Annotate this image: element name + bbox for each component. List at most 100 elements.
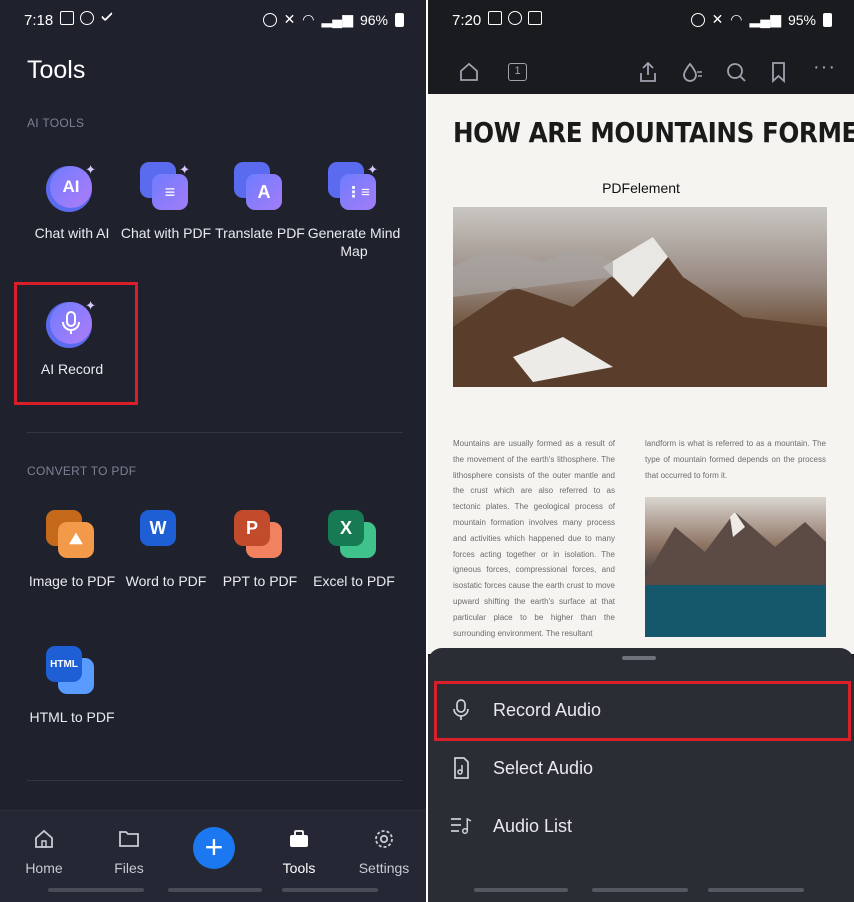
audio-list-option[interactable]: Audio List xyxy=(428,798,854,854)
image-notification-icon xyxy=(528,11,542,25)
mute-icon: ✕ xyxy=(711,11,724,27)
more-options-icon[interactable]: ··· xyxy=(813,56,836,79)
ppt-icon: P xyxy=(234,510,270,546)
battery-percent: 95% xyxy=(787,11,816,28)
tool-image-to-pdf[interactable]: ⛰ Image to PDF xyxy=(24,508,120,590)
audio-list-label: Audio List xyxy=(493,815,573,836)
tool-label: HTML to PDF xyxy=(29,709,115,725)
tools-screen: 7:18 ✕ ◠ ▂▄▆ 96% Tools AI TOOLS AI ✦ Cha… xyxy=(0,0,426,902)
status-time: 7:18 xyxy=(24,12,54,29)
lake-mountain-photo xyxy=(645,497,826,637)
tool-chat-with-ai[interactable]: AI ✦ Chat with AI xyxy=(24,160,120,242)
html-icon: HTML xyxy=(46,646,82,682)
wifi-icon: ◠ xyxy=(730,11,743,27)
tool-excel-to-pdf[interactable]: X Excel to PDF xyxy=(306,508,402,590)
status-bar: 7:20 ✕ ◠ ▂▄▆ 95% xyxy=(428,0,854,44)
battery-percent: 96% xyxy=(359,11,388,28)
status-bar: 7:18 ✕ ◠ ▂▄▆ 96% xyxy=(0,0,426,44)
chat-pdf-icon: ≡ xyxy=(152,174,188,210)
sparkle-icon: ✦ xyxy=(179,162,190,177)
pdf-page[interactable]: HOW ARE MOUNTAINS FORMED? PDFelement Mou… xyxy=(428,94,854,654)
word-icon: W xyxy=(140,510,176,546)
app-notification-icon xyxy=(508,11,522,25)
sheet-drag-handle[interactable] xyxy=(622,656,656,660)
divider xyxy=(27,432,403,433)
sparkle-icon: ✦ xyxy=(367,162,378,177)
toolbox-icon xyxy=(259,826,339,852)
mountain-photo xyxy=(453,207,827,387)
tool-label: Translate PDF xyxy=(215,225,305,241)
tool-label: Chat with AI xyxy=(34,225,110,241)
tool-label: PPT to PDF xyxy=(222,573,298,589)
tool-word-to-pdf[interactable]: W Word to PDF xyxy=(118,508,214,590)
gear-icon xyxy=(344,826,424,852)
tool-html-to-pdf[interactable]: HTML HTML to PDF xyxy=(24,644,120,726)
document-title: HOW ARE MOUNTAINS FORMED? xyxy=(453,116,854,149)
nav-files-label: Files xyxy=(114,860,144,876)
audio-list-icon xyxy=(428,816,493,836)
document-watermark: PDFelement xyxy=(602,180,680,196)
record-audio-highlight xyxy=(434,681,851,741)
nav-tools-label: Tools xyxy=(282,860,316,876)
gesture-bar xyxy=(168,888,262,892)
signal-icon: ▂▄▆ xyxy=(749,11,781,27)
share-icon[interactable] xyxy=(638,61,658,88)
tool-translate-pdf[interactable]: A Translate PDF xyxy=(212,160,308,242)
status-time: 7:20 xyxy=(452,12,482,29)
tool-label: Image to PDF xyxy=(28,573,116,589)
nav-settings-label: Settings xyxy=(358,860,410,876)
check-notification-icon xyxy=(100,9,113,22)
alarm-icon xyxy=(262,12,277,27)
battery-icon xyxy=(823,12,832,27)
audio-file-icon xyxy=(428,757,493,779)
body-text-column-1: Mountains are usually formed as a result… xyxy=(453,439,615,638)
nav-settings[interactable]: Settings xyxy=(344,826,424,876)
tool-label: Excel to PDF xyxy=(313,573,395,589)
nav-home[interactable]: Home xyxy=(4,826,84,876)
tool-generate-mind-map[interactable]: ⋮≡ ✦ Generate Mind Map xyxy=(306,160,402,260)
divider xyxy=(27,780,403,781)
select-audio-label: Select Audio xyxy=(493,757,594,778)
image-icon: ⛰ xyxy=(58,522,94,558)
viewer-toolbar: 1 ··· xyxy=(428,44,854,94)
signal-icon: ▂▄▆ xyxy=(321,11,353,27)
home-icon[interactable] xyxy=(458,61,480,88)
page-title: Tools xyxy=(27,56,86,84)
body-text-column-2: landform is what is referred to as a mou… xyxy=(645,439,826,480)
excel-icon: X xyxy=(328,510,364,546)
gesture-bar xyxy=(282,888,378,892)
ai-record-highlight xyxy=(14,282,138,405)
page-number-button[interactable]: 1 xyxy=(508,63,527,81)
nav-home-label: Home xyxy=(25,860,63,876)
search-icon[interactable] xyxy=(725,61,747,88)
ai-tools-heading: AI TOOLS xyxy=(27,116,85,130)
gesture-bar xyxy=(474,888,568,892)
gallery-notification-icon xyxy=(488,11,502,25)
tool-label: Chat with PDF xyxy=(120,225,212,241)
folder-icon xyxy=(89,826,169,852)
battery-icon xyxy=(395,12,404,27)
gesture-bar xyxy=(592,888,688,892)
ink-drop-icon[interactable] xyxy=(681,61,703,88)
pdf-viewer-screen: 7:20 ✕ ◠ ▂▄▆ 95% 1 ··· HOW ARE MOUNTAINS… xyxy=(428,0,854,902)
home-icon xyxy=(4,826,84,852)
bookmark-icon[interactable] xyxy=(769,61,789,88)
gesture-bar xyxy=(708,888,804,892)
tool-chat-with-pdf[interactable]: ≡ ✦ Chat with PDF xyxy=(118,160,214,242)
wifi-icon: ◠ xyxy=(302,11,315,27)
add-fab-button[interactable]: + xyxy=(193,827,235,869)
alarm-icon xyxy=(690,12,705,27)
app-notification-icon xyxy=(80,11,94,25)
tool-label: Generate Mind Map xyxy=(307,225,401,259)
gesture-bar xyxy=(48,888,144,892)
tool-label: Word to PDF xyxy=(125,573,207,589)
convert-heading: CONVERT TO PDF xyxy=(27,464,137,478)
sparkle-icon: ✦ xyxy=(85,162,96,177)
nav-tools[interactable]: Tools xyxy=(259,826,339,876)
gallery-notification-icon xyxy=(60,11,74,25)
tool-ppt-to-pdf[interactable]: P PPT to PDF xyxy=(212,508,308,590)
nav-files[interactable]: Files xyxy=(89,826,169,876)
select-audio-option[interactable]: Select Audio xyxy=(428,740,854,796)
mute-icon: ✕ xyxy=(283,11,296,27)
mind-map-icon: ⋮≡ xyxy=(340,174,376,210)
